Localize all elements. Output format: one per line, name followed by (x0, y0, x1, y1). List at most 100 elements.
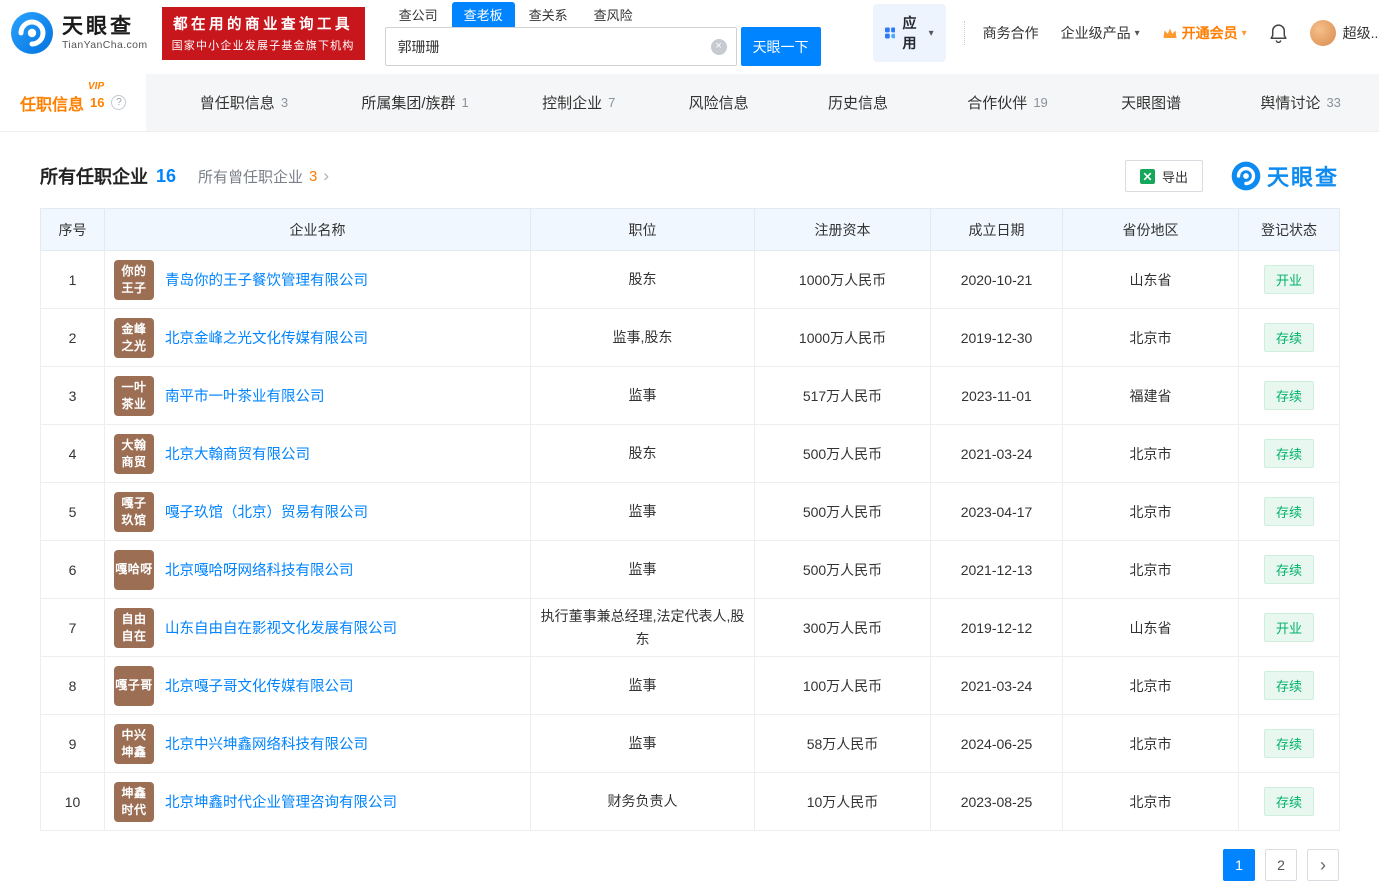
position-cell: 股东 (530, 250, 755, 309)
search-input[interactable] (384, 27, 737, 66)
status-badge: 存续 (1263, 323, 1314, 352)
open-vip-link[interactable]: 开通会员 ▾ (1162, 23, 1247, 43)
nav-tab[interactable]: 控制企业 VIP 7 ? (522, 74, 635, 131)
company-name-link[interactable]: 北京金峰之光文化传媒有限公司 (165, 327, 368, 348)
next-page-button[interactable]: › (1307, 849, 1339, 881)
nav-tab-label: 控制企业 (542, 95, 603, 112)
company-name-link[interactable]: 北京嘎子哥文化传媒有限公司 (165, 675, 354, 696)
table-row: 3 一叶 茶业 南平市一叶茶业有限公司 监事 517万人民币 2023-11-0… (40, 366, 1340, 425)
status-badge: 存续 (1263, 787, 1314, 816)
capital-cell: 1000万人民币 (754, 250, 931, 309)
section-head: 所有任职企业 16 所有曾任职企业 3 › 导出 天眼查 (40, 160, 1339, 192)
search-type-tab[interactable]: 查公司 (387, 2, 450, 27)
apps-menu[interactable]: 应用 ▾ (872, 4, 946, 62)
company-name-cell: 自由 自在 山东自由自在影视文化发展有限公司 (104, 598, 531, 657)
position-cell: 监事 (530, 366, 755, 425)
status-cell: 开业 (1238, 250, 1340, 309)
row-index: 5 (40, 482, 105, 541)
search-type-tab[interactable]: 查关系 (517, 2, 580, 27)
company-name-link[interactable]: 北京大翰商贸有限公司 (165, 443, 310, 464)
company-name-link[interactable]: 青岛你的王子餐饮管理有限公司 (165, 269, 368, 290)
table-row: 10 坤鑫 时代 北京坤鑫时代企业管理咨询有限公司 财务负责人 10万人民币 2… (40, 772, 1340, 831)
row-index: 6 (40, 540, 105, 599)
status-badge: 开业 (1263, 613, 1314, 642)
nav-tab[interactable]: 历史信息 VIP ? (808, 74, 914, 131)
founded-date-cell: 2023-08-25 (930, 772, 1063, 831)
capital-cell: 10万人民币 (754, 772, 931, 831)
notification-bell-icon[interactable] (1269, 23, 1288, 43)
business-cooperation-link[interactable]: 商务合作 (983, 23, 1039, 43)
status-cell: 存续 (1238, 714, 1340, 773)
former-positions-label: 所有曾任职企业 (198, 168, 304, 186)
position-cell: 监事 (530, 482, 755, 541)
former-positions-count: 3 (309, 167, 318, 185)
founded-date-cell: 2021-12-13 (930, 540, 1063, 599)
nav-tab[interactable]: 合作伙伴 VIP 19 ? (947, 74, 1067, 131)
search-type-tab[interactable]: 查风险 (582, 2, 645, 27)
capital-cell: 517万人民币 (754, 366, 931, 425)
company-logo: 金峰 之光 (114, 317, 154, 358)
nav-tab-label: 曾任职信息 (199, 95, 275, 112)
search-type-tab[interactable]: 查老板 (451, 2, 515, 27)
company-name-link[interactable]: 北京嘎哈呀网络科技有限公司 (165, 559, 354, 580)
company-logo: 大翰 商贸 (114, 433, 154, 474)
export-button[interactable]: 导出 (1124, 160, 1203, 192)
row-index: 3 (40, 366, 105, 425)
positions-table: 序号 企业名称 职位 注册资本 成立日期 省份地区 登记状态 1 你的 王子 青… (40, 208, 1340, 831)
region-cell: 山东省 (1062, 598, 1239, 657)
nav-tab-count: 16 (90, 95, 105, 110)
page-button[interactable]: 1 (1223, 849, 1255, 881)
row-index: 10 (40, 772, 105, 831)
row-index: 8 (40, 656, 105, 715)
open-vip-label: 开通会员 (1181, 25, 1238, 41)
enterprise-products-label: 企业级产品 (1060, 25, 1131, 41)
company-name-link[interactable]: 北京中兴坤鑫网络科技有限公司 (165, 733, 368, 754)
nav-tab[interactable]: 风险信息 VIP ? (669, 74, 775, 131)
company-name-cell: 一叶 茶业 南平市一叶茶业有限公司 (104, 366, 531, 425)
founded-date-cell: 2019-12-12 (930, 598, 1063, 657)
watermark-brand-name: 天眼查 (1266, 165, 1339, 190)
company-name-link[interactable]: 北京坤鑫时代企业管理咨询有限公司 (165, 791, 397, 812)
company-logo: 坤鑫 时代 (114, 781, 154, 822)
user-account[interactable]: 超级... (1309, 20, 1379, 46)
company-name-link[interactable]: 南平市一叶茶业有限公司 (165, 385, 325, 406)
former-positions-link[interactable]: 所有曾任职企业 3 › (198, 166, 329, 187)
table-row: 4 大翰 商贸 北京大翰商贸有限公司 股东 500万人民币 2021-03-24… (40, 424, 1340, 483)
nav-tab[interactable]: 所属集团/族群 VIP 1 ? (341, 74, 488, 131)
nav-tab-count-wrap: VIP 19 (1033, 95, 1047, 110)
row-index: 4 (40, 424, 105, 483)
chevron-right-icon: › (323, 166, 330, 185)
nav-tab[interactable]: 舆情讨论 VIP 33 ? (1240, 74, 1360, 131)
company-name-link[interactable]: 山东自由自在影视文化发展有限公司 (165, 617, 397, 638)
row-index: 7 (40, 598, 105, 657)
capital-cell: 500万人民币 (754, 482, 931, 541)
nav-tab-count-wrap: VIP 33 (1326, 95, 1340, 110)
help-icon[interactable]: ? (111, 95, 127, 110)
apps-label: 应用 (902, 15, 917, 51)
nav-tab[interactable]: 曾任职信息 VIP 3 ? (180, 74, 308, 131)
promo-line1: 都在用的商业查询工具 (173, 16, 354, 33)
company-name-cell: 大翰 商贸 北京大翰商贸有限公司 (104, 424, 531, 483)
region-cell: 北京市 (1062, 656, 1239, 715)
search-button[interactable]: 天眼一下 (740, 27, 821, 66)
nav-tab-label: 风险信息 (688, 95, 749, 112)
table-header-row: 序号 企业名称 职位 注册资本 成立日期 省份地区 登记状态 (40, 208, 1340, 251)
main-content: 所有任职企业 16 所有曾任职企业 3 › 导出 天眼查 序号 企业名称 职位 … (0, 160, 1379, 890)
enterprise-products-link[interactable]: 企业级产品 ▾ (1061, 23, 1140, 43)
nav-tab[interactable]: 天眼图谱 VIP ? (1101, 74, 1207, 131)
page-button[interactable]: 2 (1265, 849, 1297, 881)
column-header: 省份地区 (1062, 208, 1239, 251)
capital-cell: 300万人民币 (754, 598, 931, 657)
tianyancha-logo[interactable]: 天眼查 TianYanCha.com (10, 11, 148, 55)
company-name-link[interactable]: 嘎子玖馆（北京）贸易有限公司 (165, 501, 368, 522)
pagination: 1 2 › (40, 849, 1339, 890)
region-cell: 山东省 (1062, 250, 1239, 309)
nav-tab-count-wrap: VIP 1 (462, 95, 469, 110)
nav-tab-label: 任职信息 (20, 96, 85, 114)
status-cell: 存续 (1238, 540, 1340, 599)
status-badge: 开业 (1263, 265, 1314, 294)
logo-text: 天眼查 TianYanCha.com (62, 15, 148, 51)
username: 超级... (1342, 25, 1379, 41)
clear-icon[interactable]: × (710, 39, 727, 55)
nav-tab[interactable]: 任职信息 VIP 16 ? (0, 74, 147, 131)
